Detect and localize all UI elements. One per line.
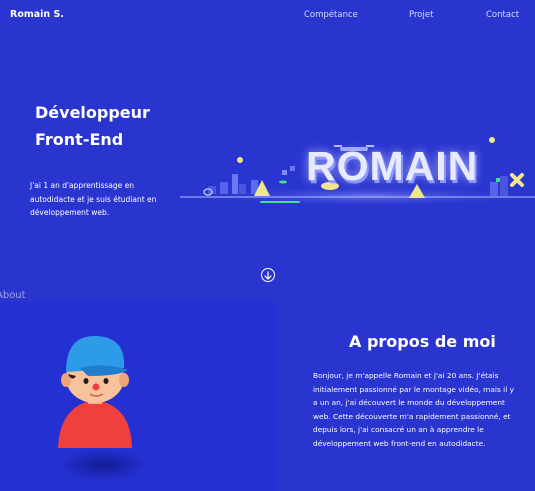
brand-logo[interactable]: Romain S. — [10, 9, 64, 20]
arrow-down-icon — [264, 270, 272, 280]
hero-3d-scene: ROMAIN — [170, 120, 535, 220]
hero-section: Romain S. Compétance Projet Contact Déve… — [0, 0, 535, 302]
hero-title-line2: Front-End — [35, 130, 124, 149]
hero-title: Développeur Front-End — [35, 99, 150, 153]
about-title: A propos de moi — [349, 332, 496, 351]
hero-description: J'ai 1 an d'apprentissage en autodidacte… — [30, 181, 157, 217]
nav-link-contact[interactable]: Contact — [486, 10, 519, 20]
hero-title-line1: Développeur — [35, 103, 150, 122]
scene-logo-text: ROMAIN — [306, 143, 479, 189]
avatar — [48, 330, 148, 481]
section-tab-about[interactable]: About — [0, 290, 26, 301]
about-text: Bonjour, je m'appelle Romain et j'ai 20 … — [313, 371, 514, 448]
avatar-illustration — [58, 335, 148, 481]
scroll-down-button[interactable] — [261, 268, 275, 282]
nav-link-projet[interactable]: Projet — [409, 10, 433, 20]
nav-link-competance[interactable]: Compétance — [304, 10, 358, 20]
